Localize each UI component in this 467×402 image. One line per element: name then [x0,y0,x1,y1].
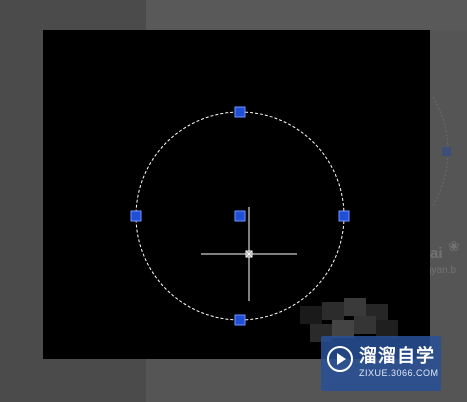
watermark-subtitle: ZIXUE.3066.COM [359,368,439,378]
grip-bottom-quadrant[interactable] [234,314,246,326]
grip-center[interactable] [234,210,246,222]
grip-right-quadrant[interactable] [338,210,350,222]
crosshair-cursor [201,207,297,301]
grip-top-quadrant[interactable] [234,106,246,118]
grip-left-quadrant[interactable] [130,210,142,222]
ghost-grip [442,147,451,156]
watermark-title: 溜溜自学 [359,346,435,366]
site-watermark: 溜溜自学 ZIXUE.3066.COM [321,336,441,391]
play-circle-icon [327,346,353,372]
